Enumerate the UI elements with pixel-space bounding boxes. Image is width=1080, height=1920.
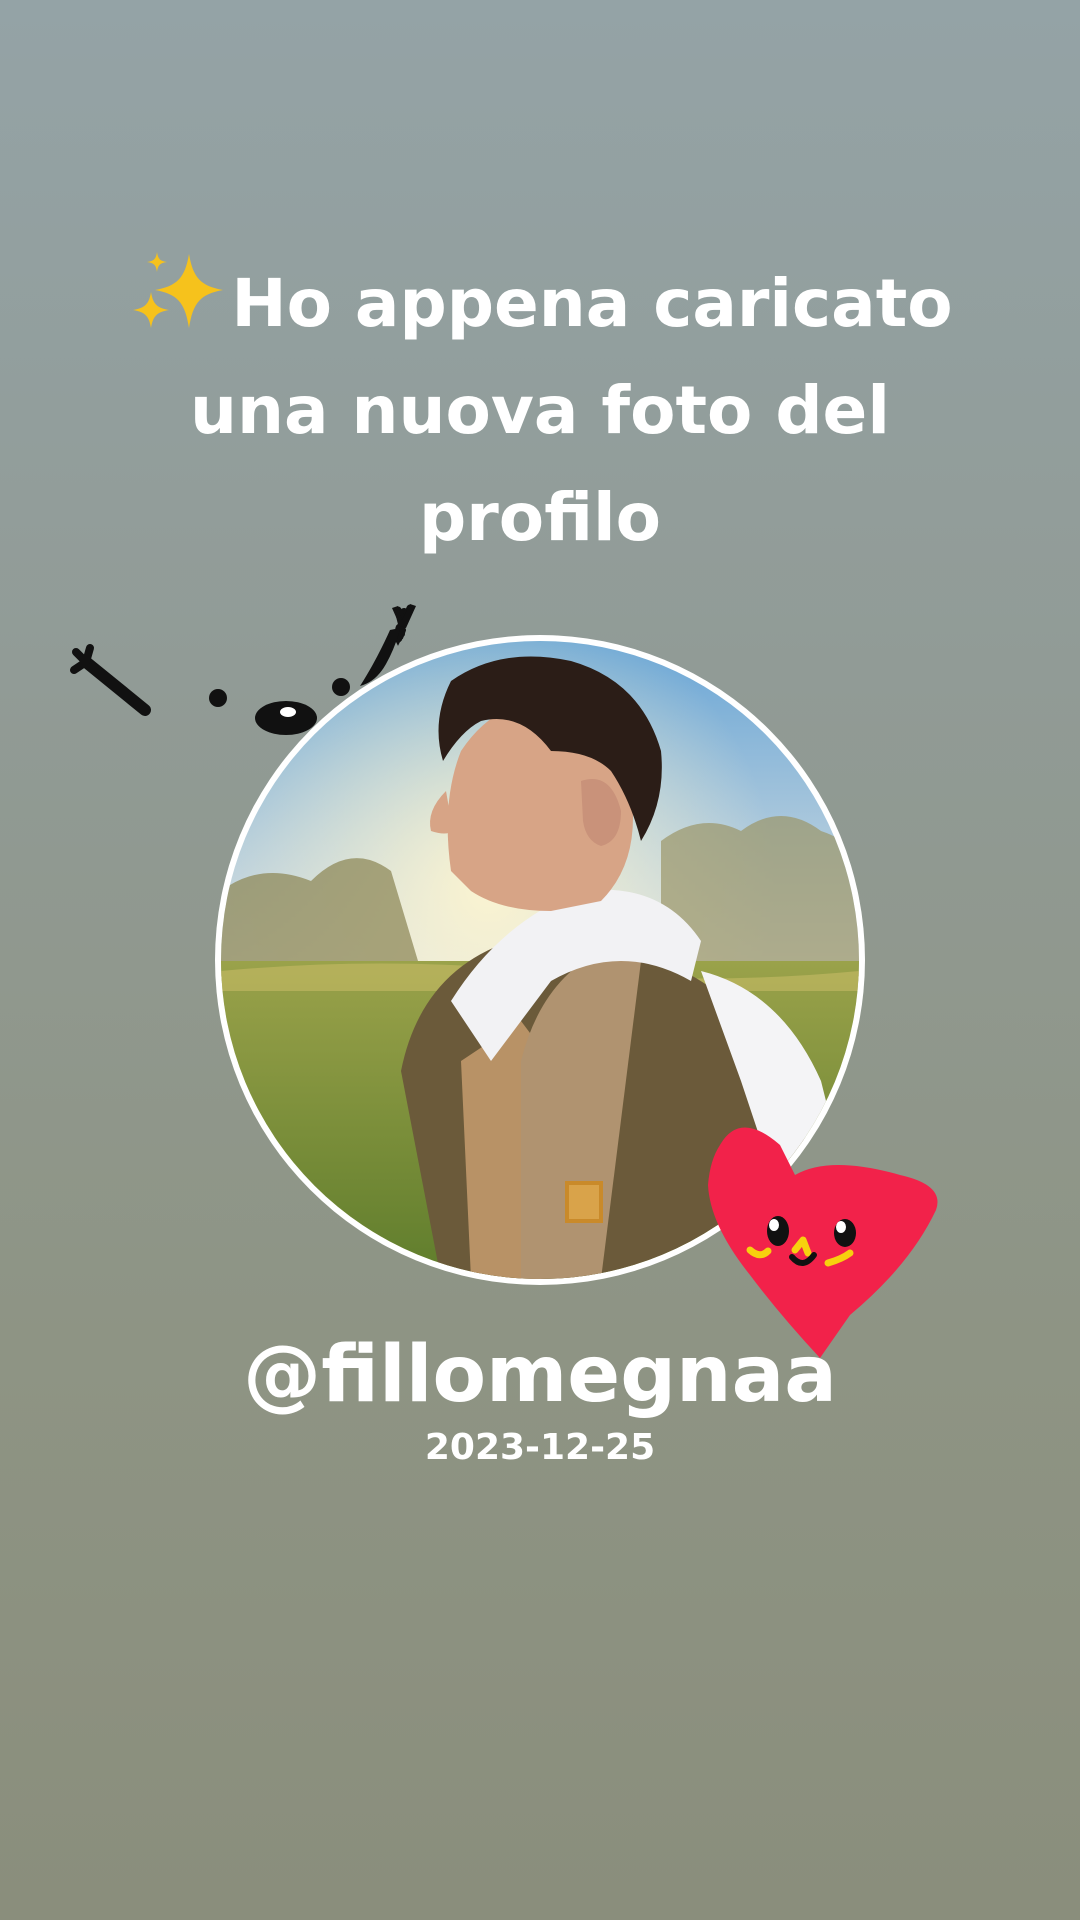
headline-line-2: una nuova foto del [190, 372, 890, 449]
headline-line-1: Ho appena caricato [231, 265, 953, 342]
upload-date: 2023-12-25 [424, 1427, 656, 1468]
headline-line-3: profilo [418, 479, 662, 556]
announcement-headline: Ho appena caricato una nuova foto del pr… [60, 248, 1020, 571]
username: @fillomegnaa [243, 1330, 837, 1420]
sparkles-icon [127, 248, 227, 336]
